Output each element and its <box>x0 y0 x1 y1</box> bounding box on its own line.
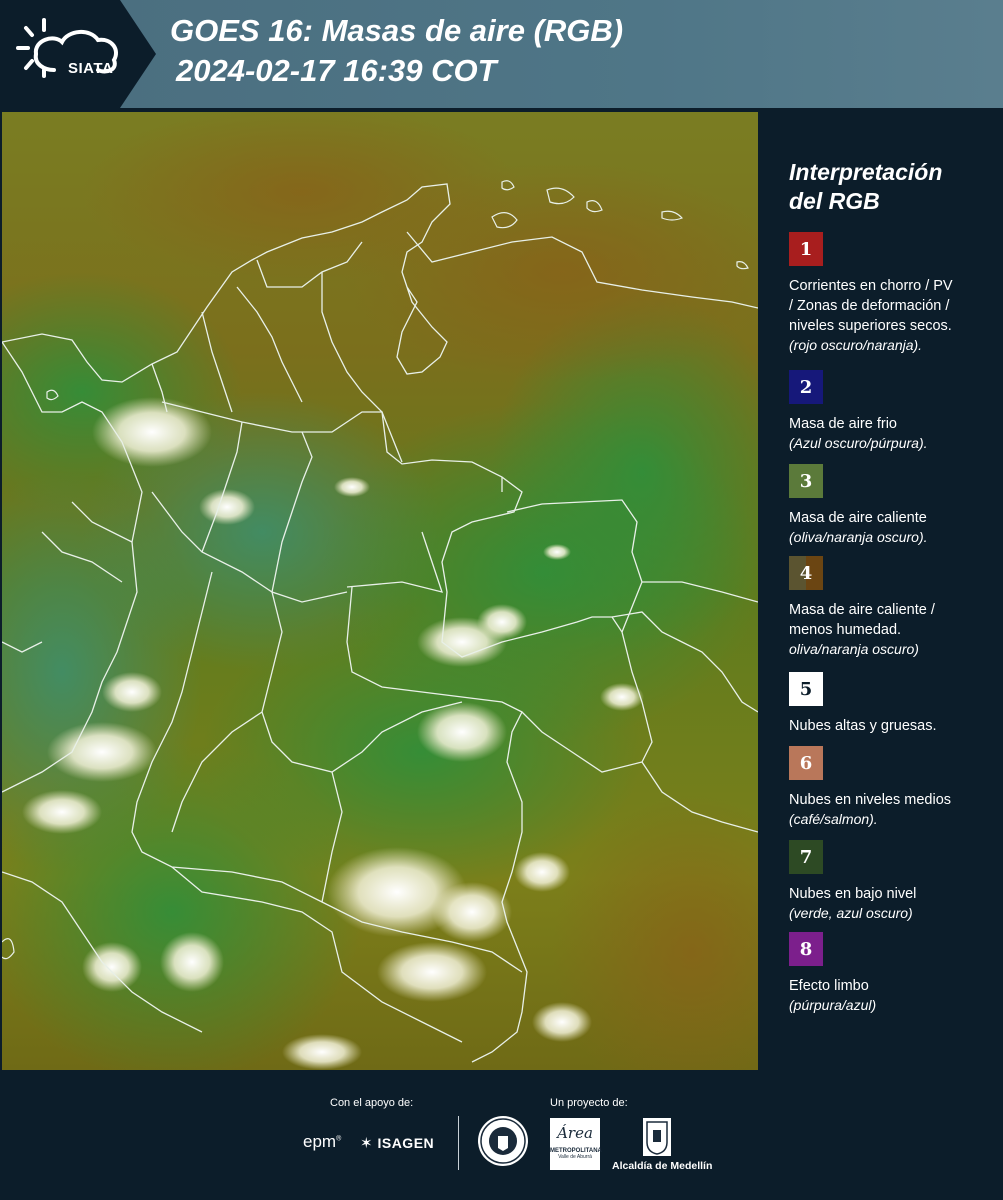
legend-label: Efecto limbo <box>789 978 869 994</box>
legend-swatch: 1 <box>789 232 823 266</box>
legend-note: (rojo oscuro/naranja). <box>789 337 923 353</box>
legend-title: Interpretación del RGB <box>789 158 989 216</box>
legend-title-line2: del RGB <box>789 188 880 214</box>
legend-item-1: 1 Corrientes en chorro / PV / Zonas de d… <box>789 232 994 355</box>
area-metropolitana-logo: Área METROPOLITANA Valle de Aburrá <box>550 1118 602 1170</box>
legend-swatch: 5 <box>789 672 823 706</box>
legend-label: Masa de aire caliente / menos humedad. <box>789 602 935 638</box>
siata-logo: SIATA <box>14 14 126 94</box>
legend-item-2: 2 Masa de aire frio (Azul oscuro/púrpura… <box>789 370 994 453</box>
legend-item-5: 5 Nubes altas y gruesas. <box>789 672 994 736</box>
legend-label: Nubes en niveles medios <box>789 792 952 808</box>
legend-item-3: 3 Masa de aire caliente (oliva/naranja o… <box>789 464 994 547</box>
legend-label: Corrientes en chorro / PV / Zonas de def… <box>789 278 953 334</box>
footer: Con el apoyo de: Un proyecto de: epm® ✶ … <box>0 1070 1003 1200</box>
logo-text: SIATA <box>68 60 114 77</box>
legend-item-6: 6 Nubes en niveles medios (café/salmon). <box>789 746 994 829</box>
alcaldia-label: Alcaldía de Medellín <box>612 1160 713 1172</box>
university-seal <box>478 1116 528 1166</box>
isagen-logo: ✶ ISAGEN <box>360 1135 435 1152</box>
legend-title-line1: Interpretación <box>789 159 943 185</box>
rgb-air-mass-image <box>2 112 758 1070</box>
legend-item-4: 4 Masa de aire caliente / menos humedad.… <box>789 556 994 659</box>
legend-swatch: 3 <box>789 464 823 498</box>
legend-item-8: 8 Efecto limbo (púrpura/azul) <box>789 932 994 1015</box>
legend-note: (verde, azul oscuro) <box>789 905 913 921</box>
legend-note: (oliva/naranja oscuro). <box>789 529 928 545</box>
legend-swatch: 4 <box>789 556 823 590</box>
legend-label: Masa de aire frio <box>789 416 897 432</box>
page-title: GOES 16: Masas de aire (RGB) <box>170 13 624 48</box>
support-label: Con el apoyo de: <box>330 1097 414 1109</box>
legend-label: Masa de aire caliente <box>789 510 927 526</box>
timestamp: 2024-02-17 16:39 COT <box>176 53 497 88</box>
epm-logo: epm® <box>303 1132 342 1151</box>
legend-label: Nubes altas y gruesas. <box>789 718 937 734</box>
legend-note: (café/salmon). <box>789 811 878 827</box>
legend-item-7: 7 Nubes en bajo nivel (verde, azul oscur… <box>789 840 994 923</box>
satellite-map[interactable] <box>2 112 758 1070</box>
legend-note: (púrpura/azul) <box>789 997 877 1013</box>
legend-swatch: 6 <box>789 746 823 780</box>
header: SIATA GOES 16: Masas de aire (RGB) 2024-… <box>0 0 1003 110</box>
isagen-icon: ✶ <box>360 1135 374 1152</box>
sun-cloud-icon <box>16 18 118 78</box>
project-label: Un proyecto de: <box>550 1097 628 1109</box>
legend-panel: Interpretación del RGB 1 Corrientes en c… <box>760 110 1003 1068</box>
medellin-shield <box>643 1118 671 1156</box>
shield-icon <box>646 1121 668 1155</box>
legend-label: Nubes en bajo nivel <box>789 886 917 902</box>
legend-swatch: 8 <box>789 932 823 966</box>
seal-icon <box>480 1118 526 1164</box>
legend-note: oliva/naranja oscuro) <box>789 641 919 657</box>
legend-swatch: 2 <box>789 370 823 404</box>
footer-divider <box>458 1116 459 1170</box>
legend-swatch: 7 <box>789 840 823 874</box>
legend-note: (Azul oscuro/púrpura). <box>789 435 928 451</box>
